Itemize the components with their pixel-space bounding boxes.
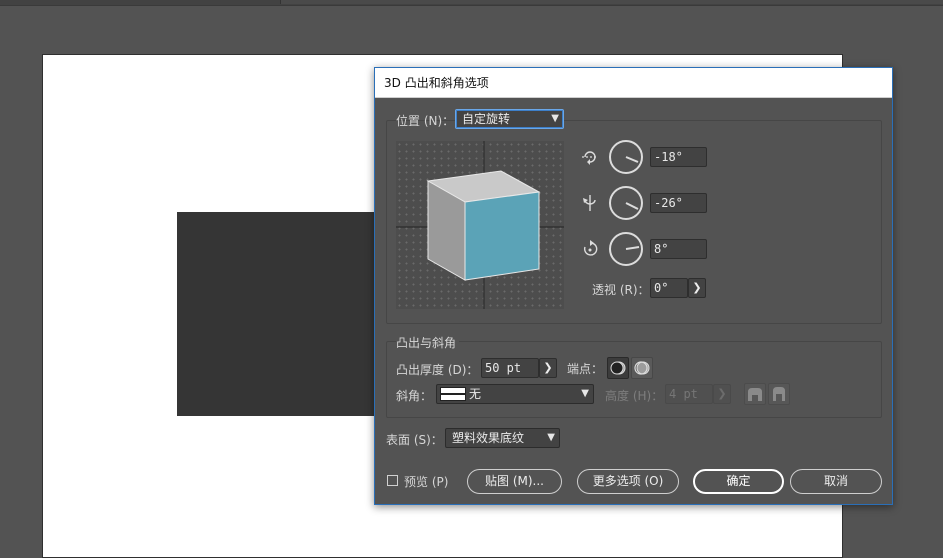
bevel-profile-swatch xyxy=(440,387,466,401)
ok-button[interactable]: 确定 xyxy=(693,469,784,494)
extrude-depth-label: 凸出厚度 (D)： xyxy=(396,363,479,377)
cap-off-button[interactable] xyxy=(631,357,653,379)
chevron-right-icon: ❯ xyxy=(692,281,702,294)
x-rotation-field[interactable]: -18° xyxy=(650,147,707,167)
surface-label: 表面 (S)： xyxy=(386,433,443,447)
cancel-button[interactable]: 取消 xyxy=(790,469,882,494)
extrude-depth-slider-button[interactable]: ❯ xyxy=(539,358,557,378)
preview-label[interactable]: 预览 (P) xyxy=(404,473,448,490)
app-top-strip xyxy=(0,0,943,6)
selected-rectangle-artwork[interactable] xyxy=(177,212,382,416)
z-rotation-dial[interactable] xyxy=(609,232,643,266)
position-label: 位置 (N)： xyxy=(396,114,455,128)
dialog-title: 3D 凸出和斜角选项 xyxy=(375,68,892,98)
chevron-right-icon: ❯ xyxy=(717,387,727,400)
chevron-down-icon: ▼ xyxy=(581,388,589,399)
cap-on-button[interactable] xyxy=(607,357,629,379)
bevel-height-field[interactable]: 4 pt xyxy=(665,384,713,404)
x-rotation-dial[interactable] xyxy=(609,140,643,174)
y-rotation-field[interactable]: -26° xyxy=(650,193,707,213)
cap-on-icon xyxy=(610,361,626,375)
bevel-label: 斜角： xyxy=(396,389,433,403)
bevel-height-slider-button[interactable]: ❯ xyxy=(713,384,731,404)
perspective-slider-button[interactable]: ❯ xyxy=(688,278,706,298)
surface-select[interactable]: 塑料效果底纹 ▼ xyxy=(445,428,560,448)
bevel-extent-in-button[interactable] xyxy=(744,383,766,405)
bevel-height-label: 高度 (H)： xyxy=(605,389,664,403)
cube-front-face xyxy=(464,191,540,281)
chevron-down-icon: ▼ xyxy=(547,432,555,443)
y-rotation-dial[interactable] xyxy=(609,186,643,220)
extrude-bevel-title: 凸出与斜角 xyxy=(396,334,460,351)
bevel-in-icon xyxy=(748,388,762,401)
position-select[interactable]: 自定旋转 ▼ xyxy=(455,109,564,129)
chevron-down-icon: ▼ xyxy=(551,113,559,124)
bevel-extent-out-button[interactable] xyxy=(768,383,790,405)
chevron-right-icon: ❯ xyxy=(543,361,553,374)
bevel-select-value: 无 xyxy=(469,387,482,401)
position-select-value: 自定旋转 xyxy=(462,112,511,126)
y-axis-rotate-icon xyxy=(583,195,596,211)
perspective-label: 透视 (R)： xyxy=(592,283,650,297)
document-tab-area xyxy=(280,0,943,4)
bevel-out-icon xyxy=(773,387,785,401)
z-axis-rotate-icon xyxy=(583,240,598,256)
cap-off-icon xyxy=(634,361,650,375)
surface-select-value: 塑料效果底纹 xyxy=(452,431,525,445)
z-rotation-field[interactable]: 8° xyxy=(650,239,707,259)
bevel-select[interactable]: 无 ▼ xyxy=(436,384,594,404)
preview-checkbox[interactable] xyxy=(387,475,398,486)
rotation-trackball[interactable] xyxy=(396,141,564,309)
x-axis-rotate-icon xyxy=(582,151,598,165)
cube-preview xyxy=(396,141,564,309)
map-art-button[interactable]: 贴图 (M)... xyxy=(467,469,562,494)
cap-label: 端点： xyxy=(567,362,604,376)
extrude-bevel-dialog: 3D 凸出和斜角选项 位置 (N)： 自定旋转 ▼ -18° -26° 8° 透… xyxy=(374,67,893,505)
more-options-button[interactable]: 更多选项 (O) xyxy=(577,469,679,494)
perspective-field[interactable]: 0° xyxy=(650,278,688,298)
extrude-depth-field[interactable]: 50 pt xyxy=(481,358,539,378)
